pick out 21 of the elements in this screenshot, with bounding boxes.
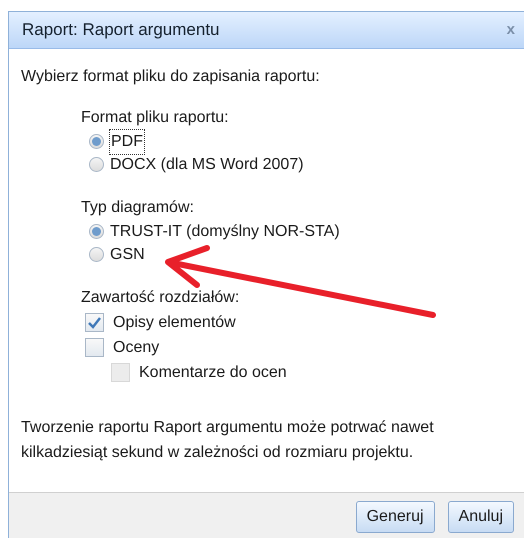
option-label: Komentarze do ocen bbox=[139, 362, 287, 382]
instruction-text: Wybierz format pliku do zapisania raportu: bbox=[21, 67, 321, 87]
dialog-button[interactable]: Generuj bbox=[356, 500, 435, 532]
radio-button[interactable] bbox=[89, 224, 104, 239]
option-label: Oceny bbox=[113, 338, 160, 358]
option-label: PDF bbox=[110, 130, 144, 154]
info-text: Tworzenie raportu Raport argumentu może potrwać nawet kilkadziesiąt sekund w zależności od rozmiaru projektu. bbox=[21, 418, 435, 463]
radio-button[interactable] bbox=[89, 247, 104, 262]
dialog-button[interactable]: Anuluj bbox=[448, 500, 514, 532]
checkbox[interactable] bbox=[85, 338, 104, 357]
option-label: TRUST-IT (domyślny NOR-STA) bbox=[110, 222, 340, 242]
option-label: GSN bbox=[110, 244, 145, 264]
group-label: Zawartość rozdziałów: bbox=[81, 288, 240, 308]
option-label: Opisy elementów bbox=[113, 312, 236, 332]
checkbox[interactable] bbox=[85, 313, 104, 332]
option-label: DOCX (dla MS Word 2007) bbox=[110, 154, 304, 174]
group-label: Typ diagramów: bbox=[81, 198, 195, 218]
radio-button[interactable] bbox=[89, 134, 104, 149]
group-label: Format pliku raportu: bbox=[81, 108, 230, 128]
radio-button[interactable] bbox=[89, 157, 104, 172]
window-title: Raport: Raport argumentu bbox=[22, 19, 220, 42]
